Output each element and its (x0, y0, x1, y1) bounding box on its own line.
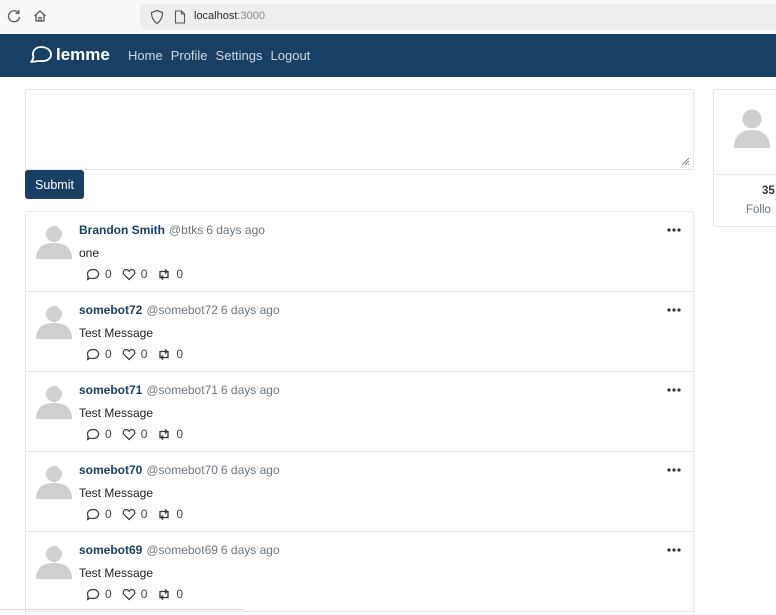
repost-icon[interactable] (157, 428, 171, 441)
post-author[interactable]: somebot69 (79, 543, 142, 557)
post-handle[interactable]: @btks (169, 223, 203, 237)
avatar-icon[interactable] (34, 463, 74, 499)
like-count: 0 (140, 427, 148, 441)
post-actions: 0 0 0 (86, 347, 193, 361)
more-options-icon[interactable] (667, 228, 681, 232)
heart-icon[interactable] (122, 588, 136, 601)
post-author[interactable]: somebot71 (79, 383, 142, 397)
nav-logout[interactable]: Logout (271, 48, 311, 63)
post-text: Test Message (79, 486, 154, 500)
reply-count: 0 (105, 507, 112, 521)
heart-icon[interactable] (122, 428, 136, 441)
nav-profile[interactable]: Profile (171, 48, 208, 63)
like-count: 0 (140, 507, 148, 521)
avatar-icon[interactable] (34, 223, 74, 259)
avatar-icon[interactable] (34, 383, 74, 419)
repost-count: 0 (176, 507, 184, 521)
url-host: localhost (194, 10, 238, 22)
repost-count: 0 (176, 427, 184, 441)
url-text: localhost:3000 (194, 10, 265, 22)
post-handle[interactable]: @somebot70 (146, 463, 218, 477)
reply-icon[interactable] (86, 508, 100, 521)
page-icon (174, 10, 186, 24)
post-time: 6 days ago (206, 223, 265, 237)
reload-icon[interactable] (6, 8, 22, 24)
like-count: 0 (140, 587, 148, 601)
profile-stat-value[interactable]: 35 (762, 185, 775, 197)
post-actions: 0 0 0 (86, 507, 193, 521)
post-author[interactable]: Brandon Smith (79, 223, 165, 237)
resize-handle-icon[interactable] (680, 156, 690, 166)
post-item: somebot69 @somebot69 6 days ago Test Messa… (26, 532, 693, 612)
profile-stat-label: Follo (746, 204, 771, 216)
post-time: 6 days ago (220, 303, 280, 317)
heart-icon[interactable] (122, 508, 136, 521)
post-actions: 0 0 0 (86, 427, 193, 441)
navbar: lemme Home Profile Settings Logout (0, 34, 776, 77)
post-time: 6 days ago (220, 463, 280, 477)
post-time: 6 days ago (220, 543, 280, 557)
reply-icon[interactable] (86, 588, 100, 601)
reply-count: 0 (105, 267, 112, 281)
browser-toolbar: localhost:3000 (0, 0, 776, 34)
post-text: Test Message (79, 566, 154, 580)
url-port: :3000 (237, 10, 265, 22)
repost-icon[interactable] (157, 588, 171, 601)
repost-count: 0 (176, 347, 184, 361)
more-options-icon[interactable] (667, 308, 681, 312)
brand-logo[interactable]: lemme (28, 43, 110, 67)
reply-count: 0 (105, 347, 112, 361)
post-item: somebot70 @somebot70 6 days ago Test Messa… (26, 452, 693, 532)
post-item: Brandon Smith @btks 6 days ago one 0 0 0 (26, 212, 693, 292)
nav-links: Home Profile Settings Logout (128, 48, 310, 63)
repost-count: 0 (176, 587, 184, 601)
like-count: 0 (140, 347, 148, 361)
reply-count: 0 (105, 427, 112, 441)
post-actions: 0 0 0 (86, 587, 193, 601)
profile-card: 35 Follo (713, 89, 776, 227)
brand-name: lemme (56, 45, 110, 64)
more-options-icon[interactable] (667, 468, 681, 472)
post-author[interactable]: somebot70 (79, 463, 142, 477)
post-text: Test Message (79, 406, 154, 420)
post-author[interactable]: somebot72 (79, 303, 142, 317)
heart-icon[interactable] (122, 348, 136, 361)
post-handle[interactable]: @somebot71 (146, 383, 218, 397)
repost-icon[interactable] (157, 268, 171, 281)
shield-icon[interactable] (150, 9, 164, 25)
reply-icon[interactable] (86, 268, 100, 281)
repost-icon[interactable] (157, 348, 171, 361)
nav-home[interactable]: Home (128, 48, 163, 63)
post-feed: Brandon Smith @btks 6 days ago one 0 0 0 s… (25, 211, 694, 615)
post-text: Test Message (79, 326, 154, 340)
submit-button[interactable]: Submit (25, 170, 84, 199)
reply-count: 0 (105, 587, 112, 601)
repost-icon[interactable] (157, 508, 171, 521)
reply-icon[interactable] (86, 348, 100, 361)
avatar-icon[interactable] (34, 543, 74, 579)
like-count: 0 (140, 267, 148, 281)
post-item: somebot71 @somebot71 6 days ago Test Messa… (26, 372, 693, 452)
avatar-icon[interactable] (34, 303, 74, 339)
post-handle[interactable]: @somebot72 (146, 303, 218, 317)
post-textarea[interactable] (25, 89, 694, 170)
profile-divider (714, 174, 776, 175)
repost-count: 0 (176, 267, 184, 281)
post-item: somebot72 @somebot72 6 days ago Test Messa… (26, 292, 693, 372)
more-options-icon[interactable] (667, 388, 681, 392)
horizontal-scrollbar[interactable] (0, 609, 244, 610)
address-bar[interactable]: localhost:3000 (140, 4, 776, 30)
profile-avatar-icon[interactable] (733, 106, 771, 148)
speech-bubble-icon (30, 46, 52, 63)
post-time: 6 days ago (220, 383, 280, 397)
more-options-icon[interactable] (667, 548, 681, 552)
post-handle[interactable]: @somebot69 (146, 543, 218, 557)
post-actions: 0 0 0 (86, 267, 193, 281)
reply-icon[interactable] (86, 428, 100, 441)
nav-settings[interactable]: Settings (216, 48, 263, 63)
home-icon[interactable] (32, 8, 48, 24)
post-text: one (79, 246, 100, 260)
heart-icon[interactable] (122, 268, 136, 281)
